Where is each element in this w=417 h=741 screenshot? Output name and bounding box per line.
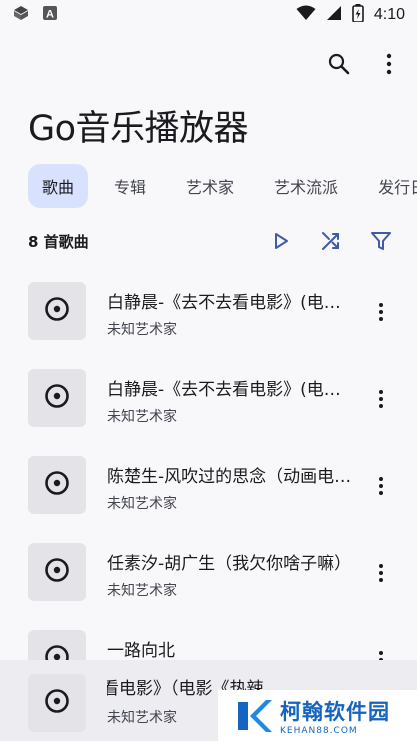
tab-albums[interactable]: 专辑 [100,164,160,208]
song-count: 8 首歌曲 [28,232,89,251]
more-vert-icon[interactable] [367,472,395,500]
clock: 4:10 [373,6,405,23]
album-art [28,282,86,340]
song-artist: 未知艺术家 [107,322,177,338]
disc-icon [44,557,70,587]
watermark: 柯翰软件园 KEHAN88.COM [218,690,417,741]
song-title: 一路向北 [107,641,175,661]
list-item[interactable]: 白静晨-《去不去看电影》(电影《热辣滚烫》片尾曲) 未知艺术家 [0,282,417,369]
song-title: 白静晨-《去不去看电影》(电影《热辣滚烫》片尾曲) [107,293,357,313]
more-vert-icon[interactable] [367,385,395,413]
album-art [28,456,86,514]
song-artist: 未知艺术家 [107,496,177,512]
top-actions [325,50,403,78]
list-header: 8 首歌曲 [28,226,395,256]
tab-release-date[interactable]: 发行日期 [364,164,417,208]
list-item[interactable]: 陈楚生-风吹过的思念（动画电影主题曲） 未知艺术家 [0,456,417,543]
tab-songs[interactable]: 歌曲 [28,164,89,208]
tab-genres[interactable]: 艺术流派 [260,164,352,208]
song-title: 陈楚生-风吹过的思念（动画电影主题曲） [107,467,357,487]
shuffle-icon[interactable] [317,227,345,255]
disc-icon [44,688,70,718]
disc-icon [44,470,70,500]
more-vert-icon[interactable] [375,50,403,78]
more-vert-icon[interactable] [367,298,395,326]
box-icon [12,4,30,26]
list-item[interactable]: 白静晨-《去不去看电影》(电影《热辣滚烫》主题曲) 未知艺术家 [0,369,417,456]
disc-icon [44,383,70,413]
watermark-url: KEHAN88.COM [280,725,358,736]
song-title: 任素汐-胡广生（我欠你啥子嘛） [107,554,352,574]
wifi-icon [296,5,316,25]
album-art [28,674,86,732]
more-vert-icon[interactable] [367,559,395,587]
tab-artists[interactable]: 艺术家 [172,164,248,208]
filter-icon[interactable] [367,227,395,255]
watermark-name: 柯翰软件园 [280,699,390,724]
status-bar: A 4:10 [0,0,417,30]
tab-bar: 歌曲 专辑 艺术家 艺术流派 发行日期 [28,164,417,208]
a-badge-icon: A [42,5,58,25]
song-title: 白静晨-《去不去看电影》(电影《热辣滚烫》主题曲) [107,380,357,400]
svg-text:A: A [46,9,54,21]
search-icon[interactable] [325,50,353,78]
song-artist: 未知艺术家 [107,409,177,425]
page-title: Go音乐播放器 [28,109,249,149]
play-icon[interactable] [267,227,295,255]
k-logo-icon [234,696,274,736]
album-art [28,543,86,601]
battery-charging-icon [352,4,364,26]
song-list: 白静晨-《去不去看电影》(电影《热辣滚烫》片尾曲) 未知艺术家 白静晨-《去不去… [0,282,417,717]
song-artist: 未知艺术家 [107,583,177,599]
list-item[interactable]: 任素汐-胡广生（我欠你啥子嘛） 未知艺术家 [0,543,417,630]
album-art [28,369,86,427]
signal-icon [326,5,342,25]
disc-icon [44,296,70,326]
